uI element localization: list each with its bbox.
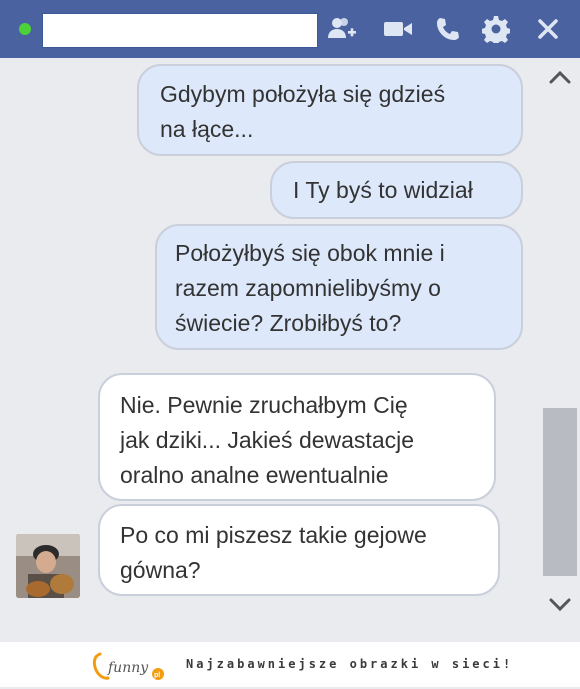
scrollbar-thumb[interactable] — [543, 408, 577, 576]
message-bubble-received: Nie. Pewnie zruchałbym Cię jak dziki... … — [98, 373, 496, 501]
message-text-line: Położyłbyś się obok mnie i — [175, 240, 445, 266]
message-text-line: I Ty byś to widział — [293, 177, 473, 203]
message-text-line: jak dziki... Jakieś dewastacje — [120, 427, 415, 453]
chat-header — [0, 0, 580, 58]
footer-slogan: Najzabawniejsze obrazki w sieci! — [186, 657, 514, 671]
message-text-line: świecie? Zrobiłbyś to? — [175, 310, 402, 336]
message-bubble-sent: I Ty byś to widział — [270, 161, 523, 219]
message-text-line: Po co mi piszesz takie gejowe — [120, 522, 427, 548]
phone-call-icon[interactable] — [432, 14, 464, 44]
message-bubble-sent: Położyłbyś się obok mnie i razem zapomni… — [155, 224, 523, 350]
message-text-line: na łące... — [160, 116, 254, 142]
close-icon[interactable] — [532, 14, 564, 44]
message-text-line: gówna? — [120, 557, 201, 583]
scroll-down-icon[interactable] — [546, 594, 574, 616]
video-call-icon[interactable] — [382, 14, 414, 44]
online-status-icon — [19, 23, 31, 35]
message-text-line: oralno analne ewentualnie — [120, 462, 389, 488]
logo-badge: pl — [154, 672, 160, 679]
message-bubble-sent: Gdybym położyła się gdzieś na łące... — [137, 64, 523, 156]
add-friend-icon[interactable] — [326, 14, 358, 44]
contact-avatar[interactable] — [16, 534, 80, 598]
settings-icon[interactable] — [480, 14, 512, 44]
message-text-line: Nie. Pewnie zruchałbym Cię — [120, 392, 408, 418]
message-text-line: razem zapomnielibyśmy o — [175, 275, 441, 301]
contact-name-field[interactable] — [42, 13, 318, 48]
message-bubble-received: Po co mi piszesz takie gejowe gówna? — [98, 504, 500, 596]
site-logo[interactable]: funny pl — [90, 648, 170, 684]
logo-text: funny — [107, 660, 149, 676]
scroll-up-icon[interactable] — [546, 66, 574, 88]
message-text-line: Gdybym położyła się gdzieś — [160, 81, 446, 107]
